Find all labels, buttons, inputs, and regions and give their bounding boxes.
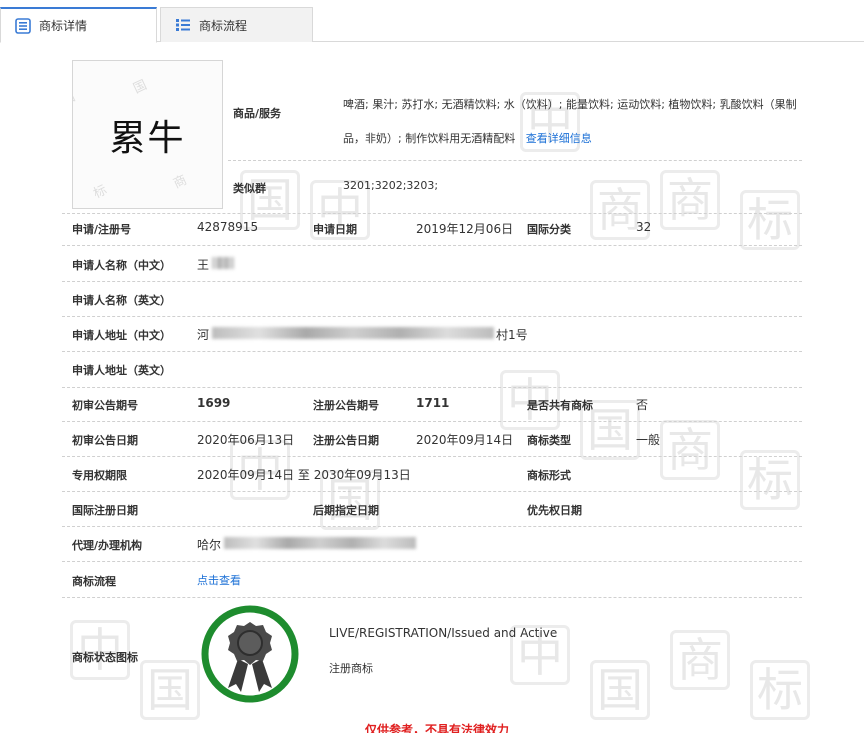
prelim-date-value: 2020年06月13日 [197, 433, 295, 447]
reg-issue-value: 1711 [416, 396, 450, 410]
tab-label: 商标详情 [39, 19, 88, 33]
watermark-char: 标 [740, 190, 800, 250]
later-designation-label: 后期指定日期 [313, 504, 379, 517]
goods-label: 商品/服务 [233, 107, 282, 120]
process-view-link[interactable]: 点击查看 [197, 572, 241, 588]
goods-list: 啤酒; 果汁; 苏打水; 无酒精饮料; 水（饮料）; 能量饮料; 运动饮料; 植… [343, 88, 808, 156]
watermark-char: 商 [670, 630, 730, 690]
reg-date-label: 注册公告日期 [313, 434, 379, 447]
address-cn-start: 河 [197, 328, 210, 342]
applicant-cn-label: 申请人名称（中文） [72, 259, 171, 272]
intl-reg-date-label: 国际注册日期 [72, 504, 138, 517]
exclusive-label: 专用权期限 [72, 469, 127, 482]
divider [62, 526, 802, 527]
divider [62, 281, 802, 282]
trademark-text: 累牛 [109, 117, 186, 159]
tm-type-label: 商标类型 [527, 434, 571, 447]
watermark-char: 商 [660, 420, 720, 480]
trademark-image: 中 国 商 标 累牛 [72, 60, 223, 209]
divider [62, 351, 802, 352]
watermark-char: 商 [660, 170, 720, 230]
status-english: LIVE/REGISTRATION/Issued and Active [329, 626, 558, 640]
shared-value: 否 [636, 398, 649, 412]
similar-group-label: 类似群 [233, 182, 266, 195]
redacted-text [212, 327, 494, 339]
divider [62, 245, 802, 246]
redacted-text [224, 537, 416, 549]
intl-class-label: 国际分类 [527, 223, 571, 236]
divider [62, 421, 802, 422]
watermark-char: 国 [590, 660, 650, 720]
reg-no-label: 申请/注册号 [72, 223, 132, 236]
applicant-cn-value: 王 [197, 258, 210, 272]
intl-class-value: 32 [636, 220, 652, 234]
tab-trademark-process[interactable]: 商标流程 [160, 7, 313, 42]
address-cn-end: 村1号 [496, 328, 528, 342]
image-watermark: 标 [91, 182, 110, 202]
reg-issue-label: 注册公告期号 [313, 399, 379, 412]
watermark-char: 标 [750, 660, 810, 720]
divider [62, 316, 802, 317]
award-ribbon-icon [201, 605, 299, 703]
app-date-label: 申请日期 [313, 223, 357, 236]
divider [228, 160, 802, 161]
image-watermark: 中 [72, 92, 80, 112]
tm-type-value: 一般 [636, 433, 661, 447]
prelim-issue-label: 初审公告期号 [72, 399, 138, 412]
applicant-en-label: 申请人名称（英文） [72, 294, 171, 307]
app-date-value: 2019年12月06日 [416, 222, 514, 236]
tab-bar: 商标详情 商标流程 [0, 0, 864, 43]
agent-value-start: 哈尔 [197, 538, 222, 552]
tab-trademark-details[interactable]: 商标详情 [0, 7, 157, 43]
process-label: 商标流程 [72, 575, 116, 588]
divider [62, 561, 802, 562]
priority-date-label: 优先权日期 [527, 504, 582, 517]
prelim-date-label: 初审公告日期 [72, 434, 138, 447]
divider [62, 597, 802, 598]
status-chinese: 注册商标 [329, 662, 373, 675]
prelim-issue-value: 1699 [197, 396, 231, 410]
watermark-char: 国 [140, 660, 200, 720]
address-en-label: 申请人地址（英文） [72, 364, 171, 377]
reg-date-value: 2020年09月14日 [416, 433, 514, 447]
similar-group-value: 3201;3202;3203; [343, 179, 439, 192]
exclusive-value: 2020年09月14日 至 2030年09月13日 [197, 468, 411, 482]
agent-label: 代理/办理机构 [72, 539, 143, 552]
list-icon [176, 19, 190, 31]
image-watermark: 商 [171, 172, 190, 192]
disclaimer-note: 仅供参考，不具有法律效力 [365, 723, 510, 733]
watermark-char: 标 [740, 450, 800, 510]
divider [62, 456, 802, 457]
document-list-icon [15, 18, 31, 34]
status-icon-label: 商标状态图标 [72, 651, 138, 664]
reg-no-value: 42878915 [197, 220, 259, 234]
divider [62, 491, 802, 492]
shared-label: 是否共有商标 [527, 399, 593, 412]
divider [62, 387, 802, 388]
divider [62, 213, 802, 214]
tab-label: 商标流程 [199, 18, 248, 33]
address-cn-label: 申请人地址（中文） [72, 329, 171, 342]
view-details-link[interactable]: 查看详细信息 [526, 132, 592, 145]
redacted-text [212, 257, 234, 269]
tm-form-label: 商标形式 [527, 469, 571, 482]
image-watermark: 国 [131, 77, 150, 97]
